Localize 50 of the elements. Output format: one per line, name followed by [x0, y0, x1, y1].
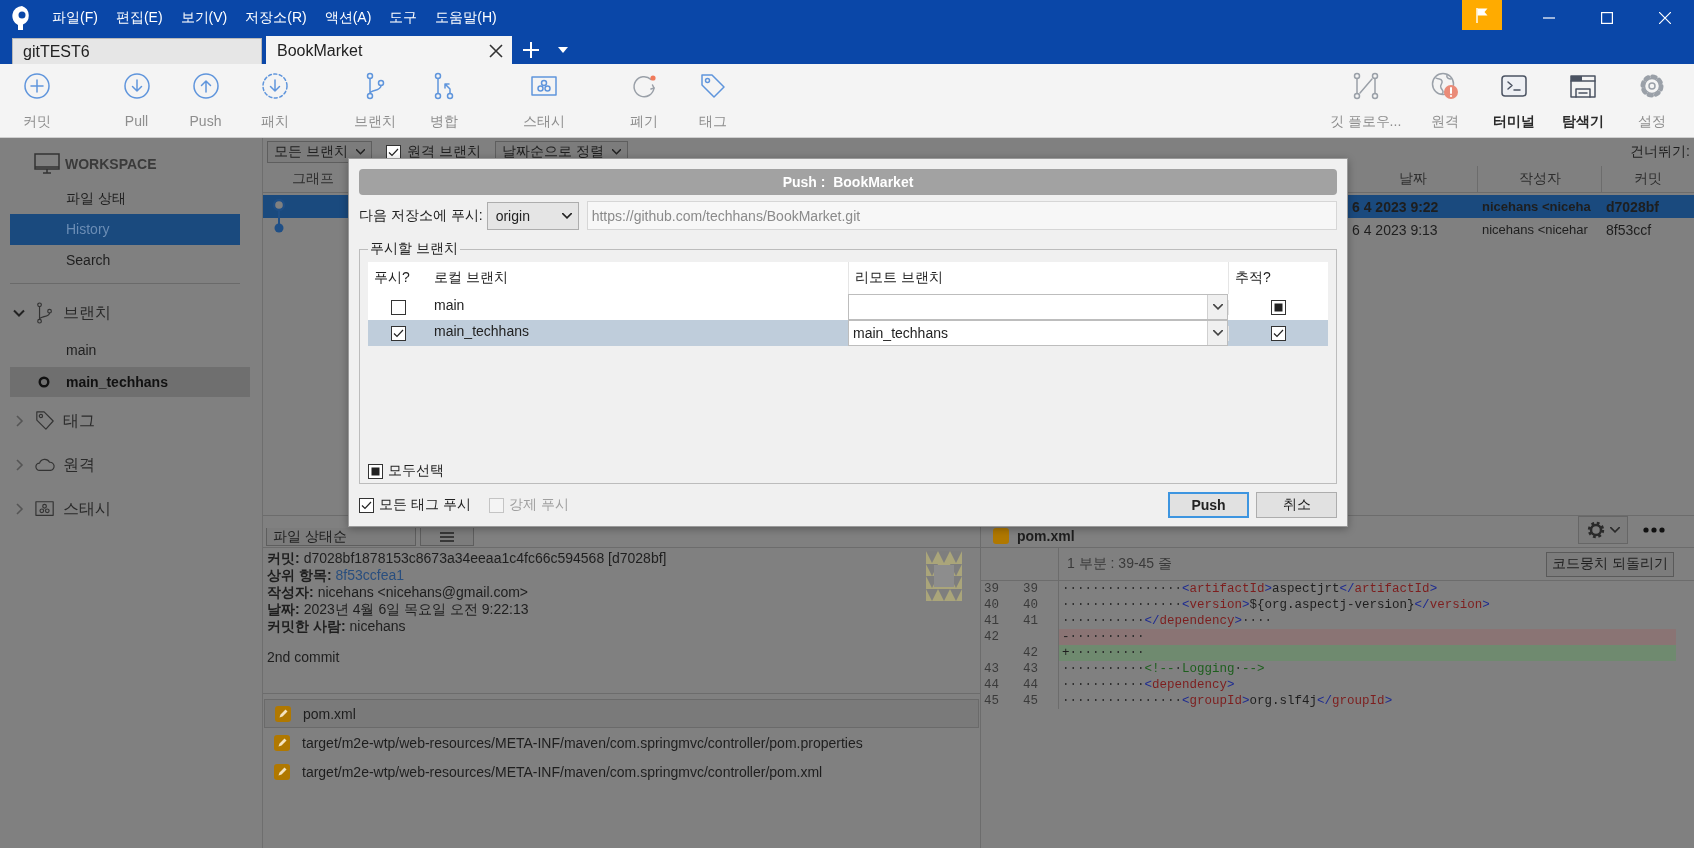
- line-number: 44: [983, 677, 1000, 693]
- code-line: ················<artifactId>aspectjrt</artifactId>: [1061, 581, 1439, 597]
- field-label: 커밋:: [267, 550, 300, 567]
- field-label: 작성자:: [267, 584, 314, 601]
- field-value: d7028bf1878153c8673a34eeaa1c4fc66c594568 [d7028bf]: [303, 550, 667, 567]
- jump-label: 건너뛰기:: [1630, 143, 1690, 161]
- line-number: 41: [1020, 613, 1059, 629]
- line-number: 41: [983, 613, 1000, 629]
- line-number: 39: [983, 581, 1000, 597]
- line-number: 43: [983, 661, 1000, 677]
- checkbox-label: 모든 태그 푸시: [379, 496, 471, 514]
- group-label: 푸시할 브랜치: [369, 240, 459, 258]
- line-number: 45: [1020, 693, 1059, 709]
- checkbox-label: 원격 브랜치: [406, 143, 481, 161]
- table-cell-text: nicehans <nicehar: [1481, 222, 1589, 237]
- column-header: 푸시?: [373, 268, 411, 287]
- line-number: 42: [983, 629, 1000, 645]
- table-cell-text: 8f53ccf: [1605, 221, 1653, 238]
- line-number: 39: [1020, 581, 1059, 597]
- table-cell-text: d7028bf: [1605, 198, 1660, 215]
- field-label: 커밋한 사람:: [267, 618, 346, 635]
- commit-message: 2nd commit: [267, 649, 341, 665]
- line-number: 43: [1020, 661, 1059, 677]
- section-title: WORKSPACE: [65, 156, 157, 172]
- column-header: 로컬 브랜치: [433, 268, 509, 287]
- table-cell-text: nicehans <niceha: [1481, 199, 1592, 214]
- file-name: pom.xml: [1017, 528, 1075, 544]
- field-value: nicehans <nicehans@gmail.com>: [317, 584, 528, 601]
- field-label: 다음 저장소에 푸시:: [359, 206, 483, 225]
- field-label: 상위 항목:: [267, 567, 332, 584]
- checkbox-label: 모두선택: [388, 462, 444, 480]
- line-number: 40: [1020, 597, 1059, 613]
- field-label: 날짜:: [267, 601, 300, 618]
- code-line: ················<version>${org.aspectj-version}</version>: [1061, 597, 1491, 613]
- checkbox-label: 강제 푸시: [508, 496, 569, 514]
- code-line: ···········</dependency>····: [1061, 613, 1274, 629]
- code-line: ···········<!--·Logging·-->: [1061, 661, 1266, 677]
- line-number: 44: [1020, 677, 1059, 693]
- table-cell-text: main_techhans: [433, 322, 530, 339]
- field-value: 2023년 4월 6일 목요일 오전 9:22:13: [303, 601, 529, 618]
- code-line: ················<groupId>org.slf4j</groupId>: [1061, 693, 1394, 709]
- table-cell-text: 6 4 2023 9:13: [1351, 221, 1439, 238]
- hunk-header: 1 부분 : 39-45 줄: [1066, 554, 1174, 573]
- line-number: 40: [983, 597, 1000, 613]
- dialog-title: Push : BookMarket: [359, 169, 1337, 195]
- line-number: 45: [983, 693, 1000, 709]
- table-cell-text: main: [433, 296, 466, 313]
- table-cell-text: 6 4 2023 9:22: [1351, 198, 1440, 215]
- code-line: ···········<dependency>: [1061, 677, 1236, 693]
- field-value: nicehans: [349, 618, 406, 635]
